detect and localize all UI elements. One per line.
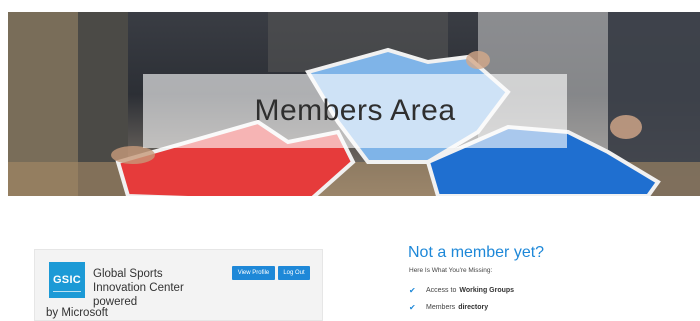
benefit-highlight: Working Groups — [459, 287, 515, 294]
org-name: Global Sports Innovation Center powered — [93, 268, 184, 308]
list-item: ✔ Members directory — [409, 299, 514, 316]
not-member-subtitle: Here Is What You're Missing: — [409, 267, 493, 274]
logout-button[interactable]: Log Out — [278, 266, 310, 280]
view-profile-button[interactable]: View Profile — [232, 266, 275, 280]
list-item: ✔ Access to Working Groups — [409, 282, 514, 299]
benefit-highlight: directory — [458, 304, 489, 311]
profile-card: GSIC Global Sports Innovation Center pow… — [34, 249, 323, 321]
not-member-title: Not a member yet? — [408, 244, 545, 261]
check-icon: ✔ — [409, 286, 416, 295]
benefit-prefix: Access to — [426, 287, 457, 294]
benefits-list: ✔ Access to Working Groups ✔ Members dir… — [409, 282, 514, 316]
gsic-logo: GSIC — [49, 262, 85, 298]
hero-title: Members Area — [254, 94, 456, 127]
org-powered-by: by Microsoft — [46, 307, 108, 319]
check-icon: ✔ — [409, 303, 416, 312]
benefit-prefix: Members — [426, 304, 456, 311]
hero-banner: Members Area — [8, 12, 700, 196]
